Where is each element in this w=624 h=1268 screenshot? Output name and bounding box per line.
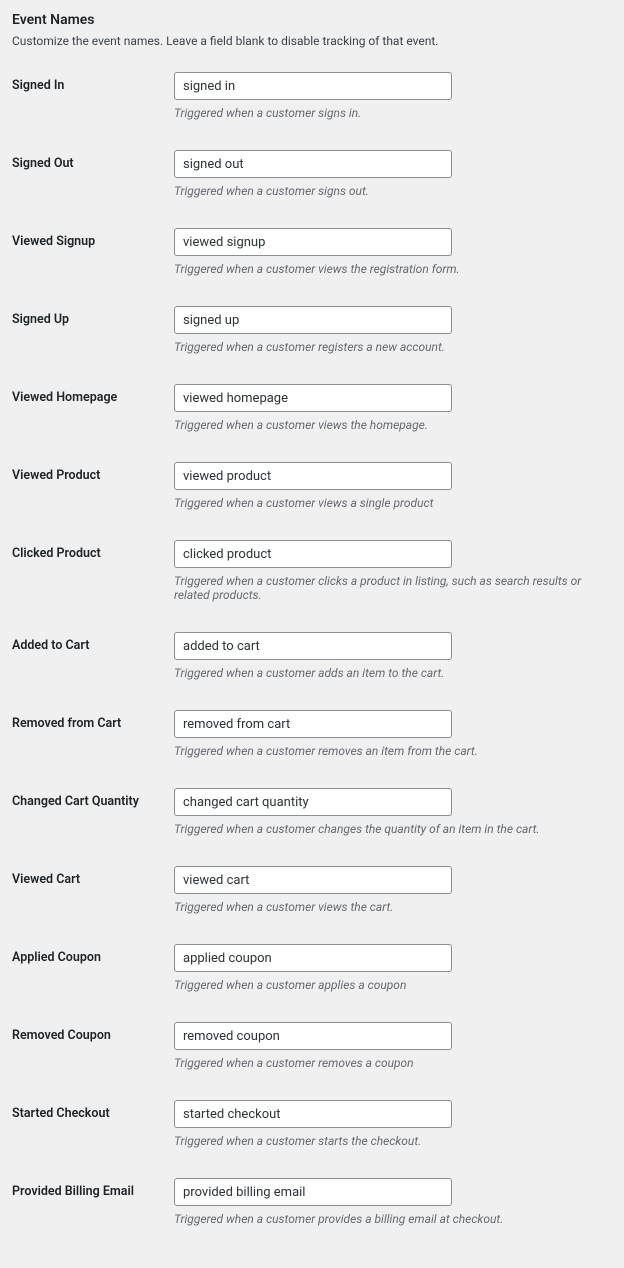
field-wrapper: Triggered when a customer signs in. — [174, 72, 612, 120]
form-row: Signed UpTriggered when a customer regis… — [12, 306, 612, 354]
event-name-input[interactable] — [174, 632, 452, 660]
form-row: Viewed SignupTriggered when a customer v… — [12, 228, 612, 276]
form-row: Changed Cart QuantityTriggered when a cu… — [12, 788, 612, 836]
field-description: Triggered when a customer views the regi… — [174, 262, 612, 276]
field-wrapper: Triggered when a customer signs out. — [174, 150, 612, 198]
field-description: Triggered when a customer changes the qu… — [174, 822, 612, 836]
field-label: Signed Up — [12, 306, 174, 327]
form-row: Started CheckoutTriggered when a custome… — [12, 1100, 612, 1148]
field-description: Triggered when a customer views the home… — [174, 418, 612, 432]
event-name-input[interactable] — [174, 710, 452, 738]
field-description: Triggered when a customer removes an ite… — [174, 744, 612, 758]
event-names-form: Signed InTriggered when a customer signs… — [12, 72, 612, 1226]
field-label: Signed Out — [12, 150, 174, 171]
event-name-input[interactable] — [174, 866, 452, 894]
event-name-input[interactable] — [174, 788, 452, 816]
event-name-input[interactable] — [174, 540, 452, 568]
form-row: Signed OutTriggered when a customer sign… — [12, 150, 612, 198]
field-label: Signed In — [12, 72, 174, 93]
field-description: Triggered when a customer adds an item t… — [174, 666, 612, 680]
field-description: Triggered when a customer provides a bil… — [174, 1212, 612, 1226]
field-label: Viewed Product — [12, 462, 174, 483]
field-wrapper: Triggered when a customer clicks a produ… — [174, 540, 612, 602]
field-description: Triggered when a customer applies a coup… — [174, 978, 612, 992]
field-description: Triggered when a customer registers a ne… — [174, 340, 612, 354]
event-name-input[interactable] — [174, 150, 452, 178]
field-label: Applied Coupon — [12, 944, 174, 965]
field-wrapper: Triggered when a customer applies a coup… — [174, 944, 612, 992]
field-description: Triggered when a customer signs out. — [174, 184, 612, 198]
field-label: Viewed Homepage — [12, 384, 174, 405]
field-wrapper: Triggered when a customer views the regi… — [174, 228, 612, 276]
form-row: Signed InTriggered when a customer signs… — [12, 72, 612, 120]
form-row: Provided Billing EmailTriggered when a c… — [12, 1178, 612, 1226]
event-name-input[interactable] — [174, 228, 452, 256]
section-title: Event Names — [12, 12, 612, 28]
form-row: Viewed ProductTriggered when a customer … — [12, 462, 612, 510]
event-name-input[interactable] — [174, 384, 452, 412]
field-description: Triggered when a customer views a single… — [174, 496, 612, 510]
form-row: Clicked ProductTriggered when a customer… — [12, 540, 612, 602]
field-wrapper: Triggered when a customer removes a coup… — [174, 1022, 612, 1070]
field-wrapper: Triggered when a customer views the home… — [174, 384, 612, 432]
form-row: Removed from CartTriggered when a custom… — [12, 710, 612, 758]
field-label: Viewed Signup — [12, 228, 174, 249]
field-label: Removed from Cart — [12, 710, 174, 731]
form-row: Removed CouponTriggered when a customer … — [12, 1022, 612, 1070]
field-wrapper: Triggered when a customer provides a bil… — [174, 1178, 612, 1226]
field-wrapper: Triggered when a customer adds an item t… — [174, 632, 612, 680]
form-row: Viewed HomepageTriggered when a customer… — [12, 384, 612, 432]
field-label: Added to Cart — [12, 632, 174, 653]
field-label: Removed Coupon — [12, 1022, 174, 1043]
field-label: Provided Billing Email — [12, 1178, 174, 1199]
field-description: Triggered when a customer starts the che… — [174, 1134, 612, 1148]
field-label: Started Checkout — [12, 1100, 174, 1121]
field-description: Triggered when a customer clicks a produ… — [174, 574, 612, 602]
form-row: Added to CartTriggered when a customer a… — [12, 632, 612, 680]
event-name-input[interactable] — [174, 1178, 452, 1206]
field-label: Viewed Cart — [12, 866, 174, 887]
event-name-input[interactable] — [174, 1100, 452, 1128]
event-name-input[interactable] — [174, 1022, 452, 1050]
field-wrapper: Triggered when a customer starts the che… — [174, 1100, 612, 1148]
event-name-input[interactable] — [174, 306, 452, 334]
field-wrapper: Triggered when a customer views the cart… — [174, 866, 612, 914]
event-name-input[interactable] — [174, 462, 452, 490]
field-description: Triggered when a customer removes a coup… — [174, 1056, 612, 1070]
section-description: Customize the event names. Leave a field… — [12, 34, 612, 48]
field-wrapper: Triggered when a customer removes an ite… — [174, 710, 612, 758]
field-wrapper: Triggered when a customer views a single… — [174, 462, 612, 510]
field-description: Triggered when a customer views the cart… — [174, 900, 612, 914]
field-description: Triggered when a customer signs in. — [174, 106, 612, 120]
event-name-input[interactable] — [174, 944, 452, 972]
form-row: Applied CouponTriggered when a customer … — [12, 944, 612, 992]
field-wrapper: Triggered when a customer changes the qu… — [174, 788, 612, 836]
field-label: Changed Cart Quantity — [12, 788, 174, 809]
field-wrapper: Triggered when a customer registers a ne… — [174, 306, 612, 354]
field-label: Clicked Product — [12, 540, 174, 561]
form-row: Viewed CartTriggered when a customer vie… — [12, 866, 612, 914]
event-name-input[interactable] — [174, 72, 452, 100]
